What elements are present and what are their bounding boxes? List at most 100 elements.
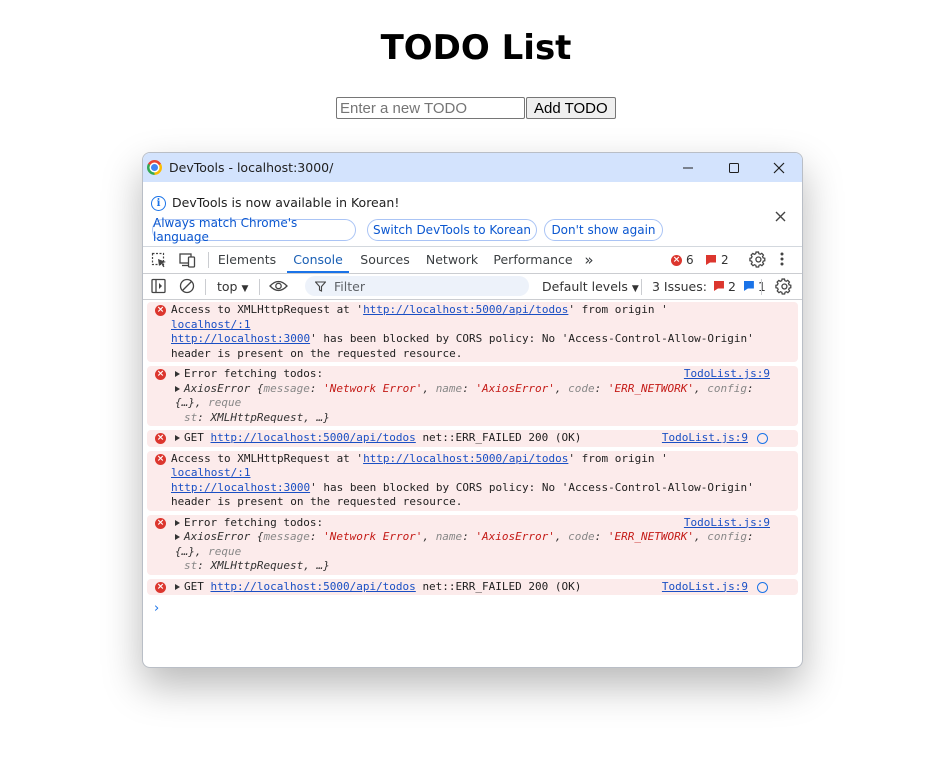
network-globe-icon[interactable] — [757, 433, 768, 444]
live-expression-eye-icon[interactable] — [269, 279, 288, 298]
warning-count: 2 — [721, 253, 729, 267]
devtools-titlebar[interactable]: DevTools - localhost:3000/ — [143, 153, 802, 182]
toolbar-separator — [761, 279, 762, 295]
source-link[interactable]: TodoList.js:9 — [684, 516, 770, 531]
console-error-row: × Access to XMLHttpRequest at 'http://lo… — [147, 450, 798, 511]
request-url-link[interactable]: http://localhost:5000/api/todos — [363, 303, 568, 316]
cors-middle: ' from origin ' — [568, 451, 668, 465]
console-error-row: × Access to XMLHttpRequest at 'http://lo… — [147, 302, 798, 362]
console-error-row: × TodoList.js:9 GET http://localhost:500… — [147, 578, 798, 595]
expand-triangle-icon[interactable] — [175, 534, 180, 540]
close-window-button[interactable] — [756, 153, 802, 182]
tab-performance[interactable]: Performance — [493, 247, 573, 273]
error-object[interactable]: AxiosError {message: 'Network Error', na… — [175, 530, 754, 572]
request-url-link[interactable]: http://localhost:5000/api/todos — [363, 452, 568, 465]
devtools-window: DevTools - localhost:3000/ i DevTools is… — [142, 152, 803, 668]
request-url-link[interactable]: http://localhost:5000/api/todos — [211, 431, 416, 444]
request-status: net::ERR_FAILED 200 (OK) — [422, 579, 582, 593]
devtools-tabbar: Elements Console Sources Network Perform… — [143, 247, 802, 274]
close-icon — [775, 211, 786, 222]
settings-gear-icon[interactable] — [749, 251, 766, 273]
sidebar-toggle-icon[interactable] — [151, 278, 167, 299]
issues-counter[interactable]: 3 Issues: 2 1 — [652, 274, 766, 299]
issues-label: 3 Issues: — [652, 279, 707, 294]
switch-to-korean-button[interactable]: Switch DevTools to Korean — [367, 219, 537, 241]
info-icon: i — [151, 196, 166, 211]
console-error-row: × TodoList.js:9 GET http://localhost:500… — [147, 430, 798, 447]
page-title: TODO List — [380, 28, 572, 68]
expand-triangle-icon[interactable] — [175, 385, 180, 392]
console-settings-gear-icon[interactable] — [775, 278, 792, 300]
dont-show-again-button[interactable]: Don't show again — [544, 219, 663, 241]
issue-flag-icon — [713, 281, 724, 291]
source-link[interactable]: TodoList.js:9 — [684, 367, 770, 382]
console-toolbar: top ▼ Filter Default levels ▼ 3 Issues: … — [143, 274, 802, 300]
dropdown-caret-icon: ▼ — [631, 284, 639, 294]
issue-flag-icon — [706, 255, 716, 265]
more-options-icon[interactable] — [779, 251, 785, 272]
issues-error-count: 2 — [727, 279, 736, 294]
error-icon: × — [155, 369, 166, 380]
maximize-icon — [729, 162, 739, 173]
source-link[interactable]: TodoList.js:9 — [662, 431, 748, 446]
close-icon — [773, 162, 785, 173]
tab-elements[interactable]: Elements — [215, 247, 279, 273]
chrome-logo-icon — [147, 160, 162, 175]
filter-input[interactable]: Filter — [305, 276, 529, 296]
todo-form: Add TODO — [336, 97, 616, 119]
dropdown-caret-icon: ▼ — [241, 284, 249, 294]
minimize-button[interactable] — [665, 153, 711, 182]
error-icon: × — [155, 433, 166, 444]
toolbar-separator — [205, 279, 206, 295]
console-output: × Access to XMLHttpRequest at 'http://lo… — [143, 300, 802, 623]
inspect-element-icon[interactable] — [151, 252, 167, 273]
error-icon: × — [155, 453, 166, 465]
tab-network[interactable]: Network — [423, 247, 481, 273]
error-object[interactable]: AxiosError {message: 'Network Error', na… — [175, 382, 754, 424]
more-tabs-icon[interactable]: » — [579, 247, 599, 273]
cors-prefix: Access to XMLHttpRequest at ' — [171, 451, 364, 465]
source-link[interactable]: localhost/:1 — [171, 466, 250, 479]
console-error-row: × TodoList.js:9 Error fetching todos: Ax… — [147, 514, 798, 575]
console-error-row: × TodoList.js:9 Error fetching todos: Ax… — [147, 366, 798, 426]
tab-separator — [208, 252, 209, 268]
expand-triangle-icon[interactable] — [175, 371, 180, 377]
http-method: GET — [184, 431, 204, 444]
error-icon: × — [155, 517, 166, 529]
context-selector[interactable]: top ▼ — [217, 274, 248, 299]
http-method: GET — [184, 579, 204, 593]
origin-link[interactable]: http://localhost:3000 — [171, 332, 310, 345]
todo-input[interactable] — [336, 97, 525, 119]
log-levels-dropdown[interactable]: Default levels ▼ — [542, 274, 639, 299]
error-icon: × — [155, 305, 166, 316]
tab-console[interactable]: Console — [287, 247, 349, 273]
error-count-badge[interactable]: × 6 — [671, 247, 694, 273]
log-levels-label: Default levels — [542, 279, 628, 294]
language-infobar: i DevTools is now available in Korean! A… — [143, 182, 802, 247]
clear-console-icon[interactable] — [179, 278, 195, 299]
expand-triangle-icon[interactable] — [175, 583, 180, 590]
always-match-language-button[interactable]: Always match Chrome's language — [152, 216, 356, 244]
request-url-link[interactable]: http://localhost:5000/api/todos — [211, 580, 416, 593]
origin-link[interactable]: http://localhost:3000 — [171, 481, 310, 494]
minimize-icon — [683, 167, 693, 168]
infobar-message: DevTools is now available in Korean! — [172, 195, 400, 210]
window-title: DevTools - localhost:3000/ — [169, 160, 334, 175]
console-prompt[interactable]: › — [143, 599, 802, 623]
warning-count-badge[interactable]: 2 — [706, 247, 729, 273]
device-toolbar-icon[interactable] — [179, 252, 196, 273]
network-globe-icon[interactable] — [757, 581, 768, 593]
source-link[interactable]: localhost/:1 — [171, 318, 250, 331]
tab-sources[interactable]: Sources — [355, 247, 415, 273]
issue-info-icon — [743, 281, 754, 291]
maximize-button[interactable] — [711, 153, 757, 182]
infobar-close-button[interactable] — [775, 207, 786, 227]
error-icon: × — [671, 254, 682, 266]
source-link[interactable]: TodoList.js:9 — [662, 580, 748, 595]
add-todo-button[interactable]: Add TODO — [526, 97, 616, 119]
error-icon: × — [155, 581, 166, 593]
expand-triangle-icon[interactable] — [175, 435, 180, 441]
error-message: Error fetching todos: — [184, 367, 324, 380]
filter-placeholder: Filter — [334, 278, 365, 294]
expand-triangle-icon[interactable] — [175, 519, 180, 526]
